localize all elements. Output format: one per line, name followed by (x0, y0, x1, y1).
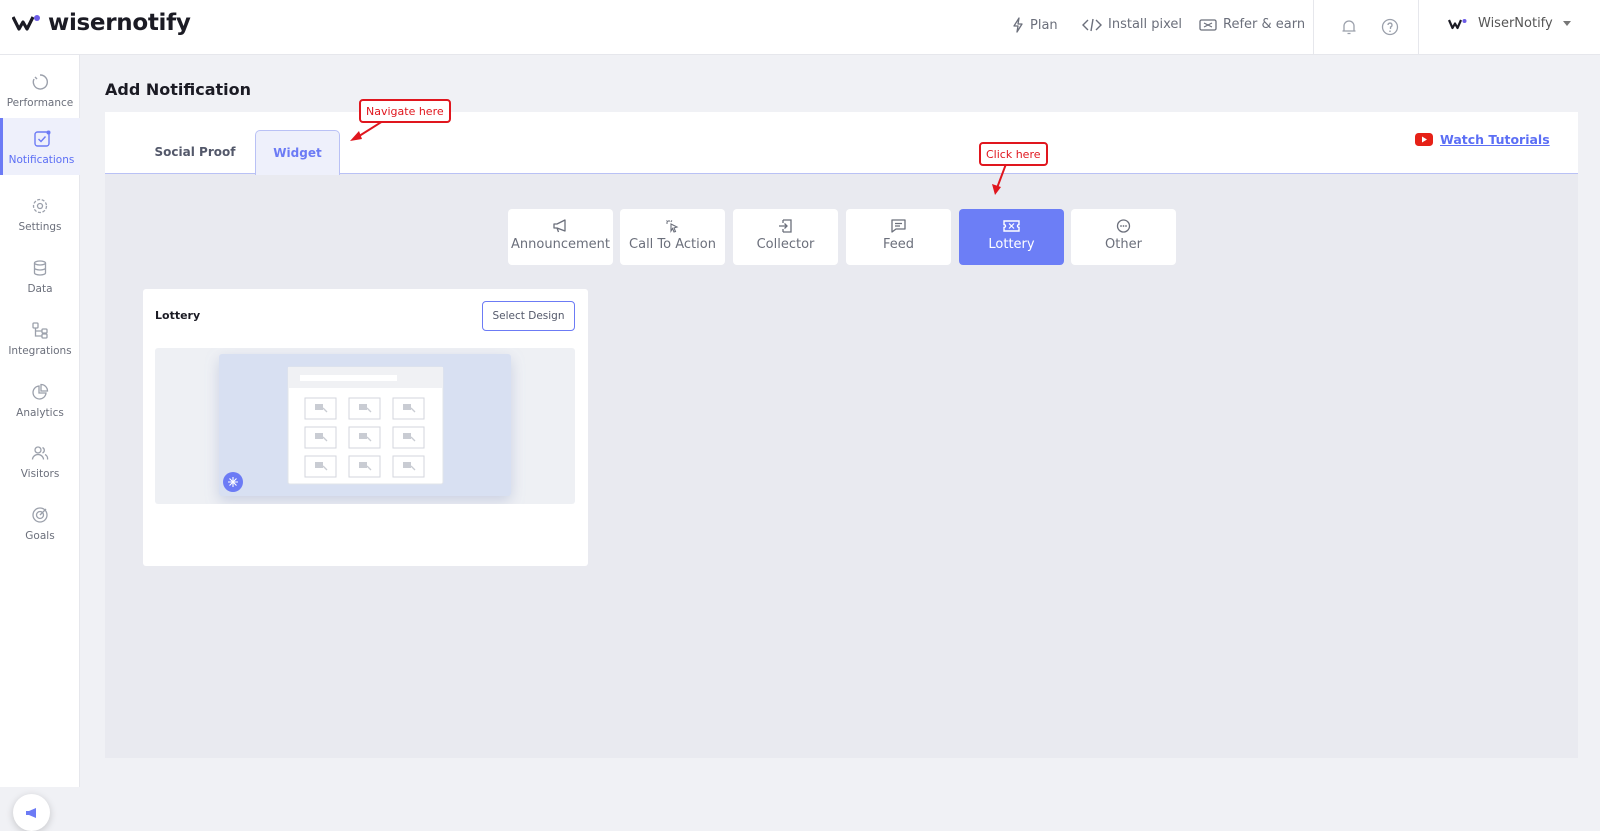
annotation-navigate-here: Navigate here (359, 99, 451, 123)
annotation-arrows (350, 120, 1007, 195)
annotation-click-here: Click here (979, 142, 1048, 166)
navigate-arrowhead (350, 131, 362, 141)
announcement-fab[interactable] (13, 794, 50, 831)
click-arrow (996, 163, 1007, 189)
megaphone-icon (26, 808, 36, 818)
click-arrowhead (992, 184, 1001, 195)
